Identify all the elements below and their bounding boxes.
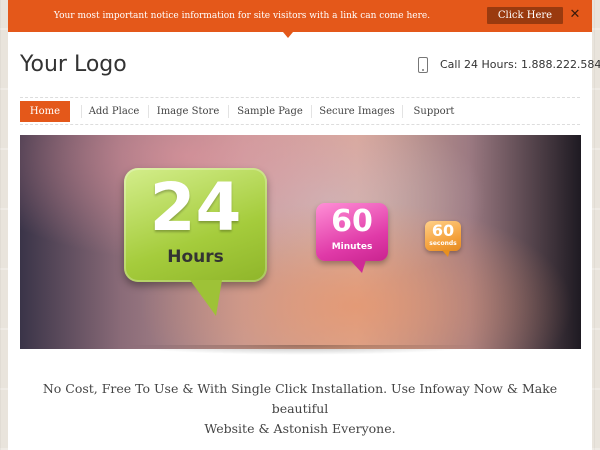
hero-slider-image: 24 Hours 60 Minutes 60 seconds xyxy=(20,135,581,349)
phone-number: Call 24 Hours: 1.888.222.5847 xyxy=(440,58,600,71)
badge-number: 60 xyxy=(331,204,373,239)
main-navigation: Home Add Place Image Store Sample Page S… xyxy=(20,97,580,125)
tagline-line-2: Website & Astonish Everyone. xyxy=(204,421,396,436)
page-container: Your most important notice information f… xyxy=(8,0,600,450)
nav-item-home[interactable]: Home xyxy=(20,101,70,122)
nav-item-add-place[interactable]: Add Place xyxy=(82,101,146,122)
notice-click-here-button[interactable]: Click Here xyxy=(487,7,563,24)
nav-item-image-store[interactable]: Image Store xyxy=(149,101,227,122)
speech-bubble-tail xyxy=(350,260,366,273)
badge-unit: seconds xyxy=(429,240,457,247)
badge-unit: Minutes xyxy=(331,242,373,252)
notice-pointer xyxy=(283,32,293,38)
tagline: No Cost, Free To Use & With Single Click… xyxy=(20,379,580,439)
badge-60-seconds: 60 seconds xyxy=(425,221,461,257)
notice-bar: Your most important notice information f… xyxy=(8,0,592,32)
speech-bubble-tail xyxy=(442,250,450,257)
speech-bubble-tail xyxy=(190,280,222,316)
badge-number: 24 xyxy=(149,169,242,246)
badge-number: 60 xyxy=(431,221,455,240)
badge-unit: Hours xyxy=(167,247,224,267)
mobile-phone-icon xyxy=(418,57,428,73)
close-icon[interactable]: ✕ xyxy=(568,6,582,24)
nav-item-support[interactable]: Support xyxy=(403,101,465,122)
nav-item-sample-page[interactable]: Sample Page xyxy=(229,101,311,122)
badge-24-hours: 24 Hours xyxy=(124,168,267,316)
hero-shadow xyxy=(68,345,538,367)
tagline-line-1: No Cost, Free To Use & With Single Click… xyxy=(42,381,558,416)
site-logo[interactable]: Your Logo xyxy=(20,52,127,77)
nav-item-secure-images[interactable]: Secure Images xyxy=(312,101,402,122)
badge-60-minutes: 60 Minutes xyxy=(316,203,388,273)
notice-text: Your most important notice information f… xyxy=(53,11,431,21)
